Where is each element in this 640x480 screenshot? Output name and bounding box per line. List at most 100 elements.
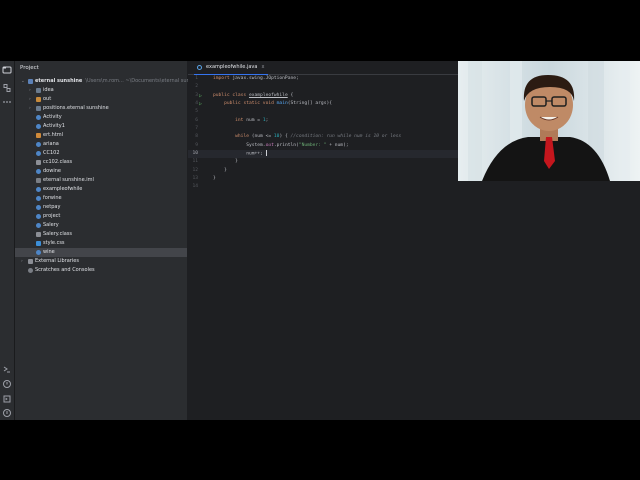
folder-icon xyxy=(36,106,41,111)
run-gutter-icon[interactable]: ▷ xyxy=(199,92,202,100)
line-number: 11 xyxy=(192,159,198,165)
code-token: System. xyxy=(246,142,266,148)
code-token: } xyxy=(213,167,227,175)
tree-item[interactable]: Salery.class xyxy=(15,230,187,239)
tree-item[interactable]: exampleofwhile xyxy=(15,185,187,194)
code-token: Activity1 xyxy=(43,123,65,129)
code-token: num++; xyxy=(246,151,263,157)
class-file-icon xyxy=(36,232,41,237)
tree-item[interactable]: Salery xyxy=(15,221,187,230)
code-token: public class exampleofwhile { xyxy=(213,92,293,100)
tree-root[interactable]: ⌄ eternal sunshine \Users\m.rom... ~\Docu… xyxy=(15,77,203,86)
library-icon xyxy=(28,259,33,264)
java-class-icon xyxy=(36,187,41,192)
java-class-icon xyxy=(36,250,41,255)
code-token: .println( xyxy=(273,142,299,148)
line-number: 10 xyxy=(192,151,198,157)
line-number: 9 xyxy=(195,142,198,148)
tree-item[interactable]: ariana xyxy=(15,140,187,149)
code-token: + num); xyxy=(326,142,349,148)
code-token: out xyxy=(265,142,274,148)
git-icon[interactable] xyxy=(2,394,12,404)
tree-item[interactable]: Activity1 xyxy=(15,122,187,131)
structure-icon[interactable] xyxy=(2,83,12,93)
code-token: public class xyxy=(213,92,247,98)
code-token: \Users\m.rom... ~\Documents\eternal suns… xyxy=(85,78,204,84)
code-token: public static void xyxy=(224,101,274,107)
editor-tab[interactable]: exampleofwhile.java x xyxy=(194,61,269,75)
code-token: Activity xyxy=(43,114,62,120)
code-token: eternal sunshine.iml xyxy=(43,177,94,183)
code-token: import javax.swing.JOptionPane; xyxy=(213,75,299,83)
code-token: CC102 xyxy=(43,150,60,156)
run-gutter-icon[interactable]: ▷ xyxy=(199,100,202,108)
close-tab-icon[interactable]: x xyxy=(261,64,264,70)
tree-item-selected[interactable]: wine xyxy=(15,248,187,257)
tree-item[interactable]: eternal sunshine.iml xyxy=(15,176,187,185)
code-token: num = xyxy=(243,117,263,123)
code-token: Salery.class xyxy=(43,231,73,237)
code-token: Salery xyxy=(43,222,59,228)
line-number: 2 xyxy=(195,84,198,90)
code-token: //condition: run while num is 10 or less xyxy=(290,134,402,140)
problems-icon[interactable] xyxy=(2,379,12,389)
tree-item[interactable]: CC102 xyxy=(15,149,187,158)
tree-item[interactable]: › positions.eternal sunshine xyxy=(15,104,187,113)
code-token: ⌄ xyxy=(21,79,25,84)
code-line[interactable]: 14 xyxy=(188,183,640,191)
code-token: main xyxy=(276,101,288,107)
java-class-icon xyxy=(36,151,41,156)
tree-scratches[interactable]: Scratches and Consoles xyxy=(15,266,187,275)
project-panel-title[interactable]: Project xyxy=(20,65,39,71)
code-token: } xyxy=(213,175,216,183)
text-caret xyxy=(265,150,267,157)
code-token: wine xyxy=(43,249,55,255)
folder-icon[interactable] xyxy=(2,65,12,75)
class-file-icon xyxy=(36,160,41,165)
terminal-icon[interactable] xyxy=(2,364,12,374)
tool-window-strip xyxy=(0,61,15,420)
folder-icon xyxy=(28,79,33,84)
notification-icon[interactable] xyxy=(2,408,12,418)
folder-icon xyxy=(36,88,41,93)
tree-external-libraries[interactable]: › External Libraries xyxy=(15,257,187,266)
tree-item[interactable]: › out xyxy=(15,95,187,104)
code-token: while xyxy=(235,134,249,140)
tree-item[interactable]: project xyxy=(15,212,187,221)
webcam-person-image xyxy=(458,61,640,181)
tree-item[interactable]: Activity xyxy=(15,113,187,122)
java-class-icon xyxy=(36,142,41,147)
code-token: eternal sunshine \Users\m.rom... ~\Docume… xyxy=(35,77,203,86)
more-icon[interactable] xyxy=(2,97,12,107)
code-token: System.out.println("Number: " + num); xyxy=(213,142,349,150)
project-tree: ⌄ eternal sunshine \Users\m.rom... ~\Docu… xyxy=(15,77,203,275)
project-panel: Project ⌄ eternal sunshine \Users\m.rom..… xyxy=(15,61,203,420)
code-token: › xyxy=(29,106,31,111)
code-token: ert.html xyxy=(43,132,64,138)
code-token: while (num <= 10) { //condition: run whi… xyxy=(213,133,401,141)
line-number: 4 xyxy=(195,101,198,107)
line-number: 13 xyxy=(192,176,198,182)
code-token: } xyxy=(235,159,238,165)
code-token: ariana xyxy=(43,141,59,147)
code-token: javax.swing.JOptionPane; xyxy=(229,76,299,81)
code-token: (num <= xyxy=(248,134,274,140)
code-token: exampleofwhile xyxy=(248,92,288,98)
line-number: 8 xyxy=(195,134,198,140)
tree-item[interactable]: style.css xyxy=(15,239,187,248)
tree-item[interactable]: forwine xyxy=(15,194,187,203)
code-token: netpay xyxy=(43,204,61,210)
code-token: public static void main(String[] args){ xyxy=(213,100,332,108)
code-token: › xyxy=(29,88,31,93)
java-class-icon xyxy=(36,214,41,219)
tree-item[interactable]: ert.html xyxy=(15,131,187,140)
tree-item[interactable]: › idea xyxy=(15,86,187,95)
tree-item[interactable]: cc102.class xyxy=(15,158,187,167)
line-number: 12 xyxy=(192,167,198,173)
code-token: cc102.class xyxy=(43,159,73,165)
tree-item[interactable]: netpay xyxy=(15,203,187,212)
java-class-icon xyxy=(36,169,41,174)
line-number: 3 xyxy=(195,92,198,98)
tree-item[interactable]: dowine xyxy=(15,167,187,176)
folder-excluded-icon xyxy=(36,97,41,102)
